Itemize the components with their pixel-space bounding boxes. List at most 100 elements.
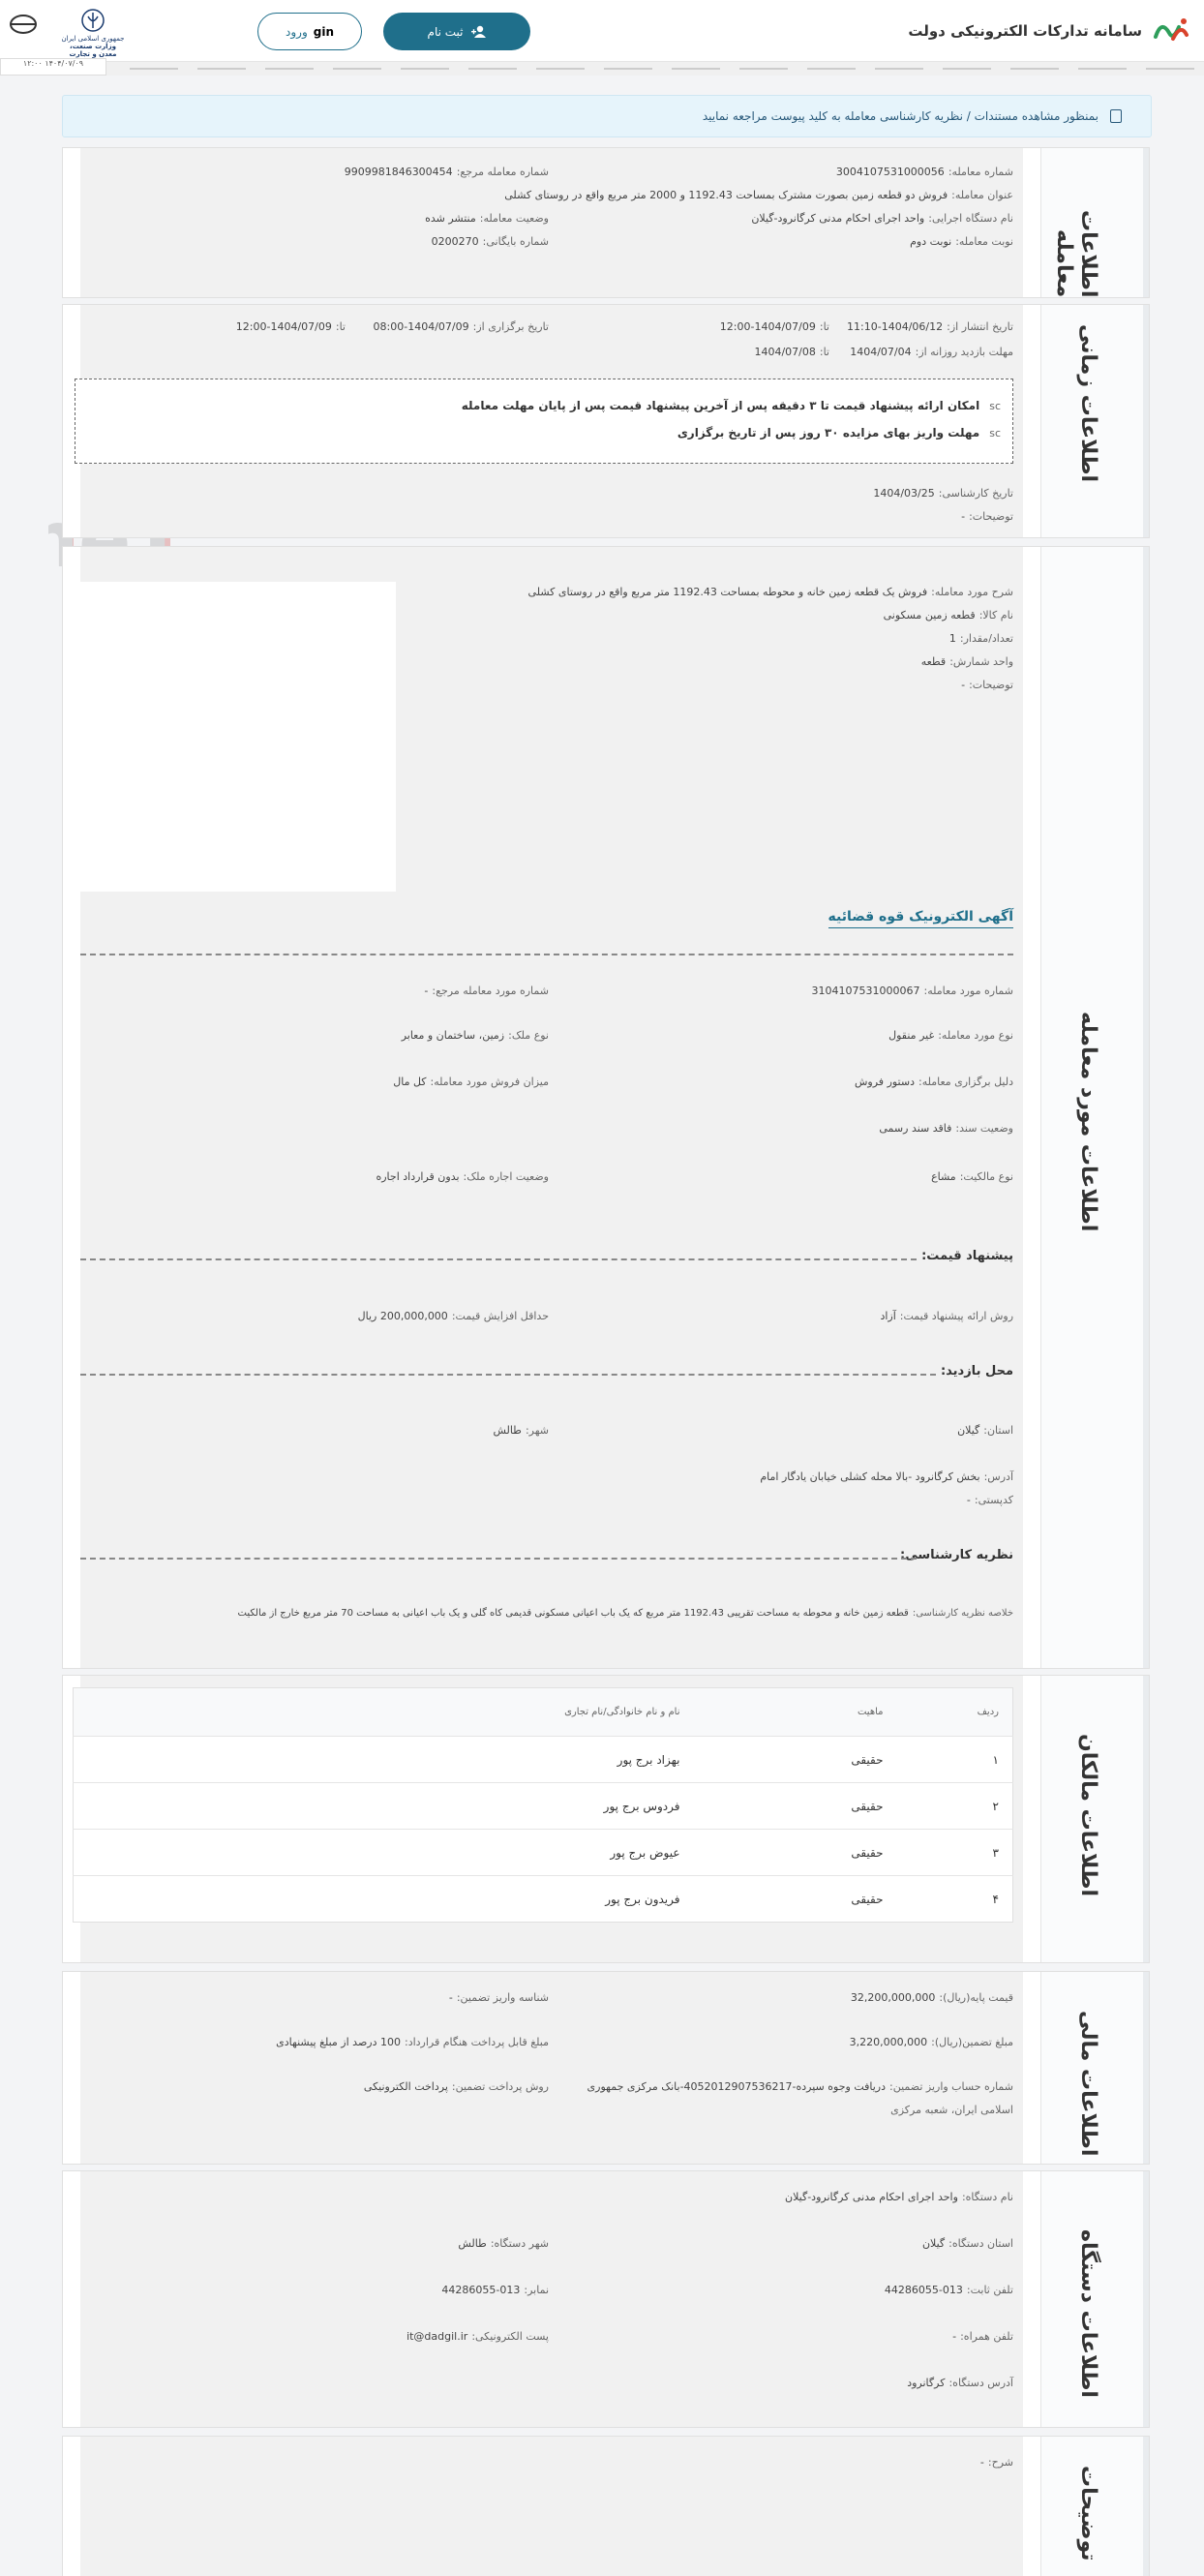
- guarantee-amount: مبلغ تضمین(ریال):3,220,000,000: [849, 2036, 1013, 2048]
- login-label: ورود: [286, 24, 308, 39]
- visit-postal: کدپستی:-: [966, 1494, 1013, 1506]
- visit-address: آدرس:بخش کرگانرود -بالا محله کشلی خیابان…: [760, 1470, 1013, 1483]
- price-method: روش ارائه پیشنهاد قیمت:آزاد: [880, 1310, 1013, 1322]
- visit-from: مهلت بازدید روزانه از:1404/07/04: [850, 346, 1013, 358]
- item-unit: واحد شمارش:قطعه: [920, 655, 1013, 668]
- agency-address: آدرس دستگاه:کرگانرود: [907, 2377, 1013, 2389]
- nav-left-tab[interactable]: ۱۴۰۴/۰۷/۰۹ ۱۲:۰۰: [0, 58, 106, 76]
- section-title: اطلاعات دستگاه: [1076, 2229, 1100, 2398]
- section-agency: اطلاعات دستگاه نام دستگاه:واحد اجرای احک…: [62, 2170, 1150, 2428]
- auction-rules-box: scامکان ارائه پیشنهاد قیمت تا ۳ دقیقه پس…: [75, 379, 1013, 464]
- login-button[interactable]: gin ورود: [257, 13, 362, 50]
- section-deal-info: اطلاعات معامله شماره معامله:300410753100…: [62, 147, 1150, 298]
- time-desc: توضیحات:-: [961, 510, 1013, 523]
- section-title: اطلاعات زمانی: [1076, 324, 1100, 483]
- add-user-icon: [470, 25, 486, 38]
- col-type: ماهیت: [693, 1687, 897, 1737]
- section-title: اطلاعات مالی: [1076, 2011, 1100, 2157]
- setad-logo-icon: [1154, 18, 1189, 41]
- doc-status: وضعیت سند:فاقد سند رسمی: [879, 1122, 1013, 1135]
- nav-strip: [0, 62, 1204, 76]
- publish-from: تاریخ انتشار از:1404/06/12-11:10: [847, 320, 1013, 333]
- guarantee-id: شناسه واریز تضمین:-: [448, 1991, 549, 2004]
- table-row: ۴ حقیقی فریدون برج پور: [73, 1875, 1013, 1923]
- table-row: ۳ حقیقی عیوض برج پور: [73, 1829, 1013, 1876]
- rule-payment: scمهلت واریز بهای مزایده ۳۰ روز پس از تا…: [677, 426, 1001, 439]
- item-number: شماره مورد معامله:3104107531000067: [811, 985, 1013, 997]
- agency-email: پست الکترونیکی:it@dadgil.ir: [406, 2330, 549, 2343]
- notes-desc: شرح:-: [979, 2456, 1013, 2469]
- col-name: نام و نام خانوادگی/نام تجاری: [73, 1687, 694, 1737]
- attachment-notice: بمنظور مشاهده مستندات / نظریه کارشناسی م…: [62, 95, 1152, 137]
- agency-name: نام دستگاه:واحد اجرای احکام مدنی کرگانرو…: [785, 2191, 1013, 2203]
- guarantee-account: شماره حساب واریز تضمین:دریافت وجوه سپرده…: [587, 2080, 1013, 2093]
- section-owners: اطلاعات مالکان ردیف ماهیت نام و نام خانو…: [62, 1675, 1150, 1963]
- section-title: اطلاعات معامله: [1052, 209, 1100, 297]
- register-label: ثبت نام: [427, 24, 464, 39]
- item-image[interactable]: [80, 582, 396, 892]
- table-row: ۱ حقیقی بهزاد برج پور: [73, 1736, 1013, 1783]
- login-prefix: gin: [313, 24, 334, 39]
- item-qty: تعداد/مقدار:1: [948, 632, 1013, 645]
- item-type: نوع مورد معامله:غیر منقول: [888, 1029, 1013, 1042]
- deal-turn: نوبت معامله:نوبت دوم: [910, 235, 1013, 248]
- item-desc: شرح مورد معامله:فروش یک قطعه زمین خانه و…: [527, 586, 1013, 598]
- agency-fax: نمابر:013-44286055: [441, 2284, 549, 2296]
- judiciary-ad-link[interactable]: آگهی الکترونیک قوه قضائیه: [828, 909, 1013, 928]
- agency-city: شهر دستگاه:طالش: [458, 2237, 549, 2250]
- agency-phone: تلفن ثابت:013-44286055: [884, 2284, 1013, 2296]
- visit-to: تا:1404/07/08: [754, 346, 829, 358]
- section-notes: توضیحات شرح:-: [62, 2436, 1150, 2576]
- deal-status: وضعیت معامله:منتشر شده: [425, 212, 549, 225]
- min-increase: حداقل افزایش قیمت:200,000,000 ریال: [357, 1310, 549, 1322]
- section-finance: اطلاعات مالی قیمت پایه(ریال):32,200,000,…: [62, 1971, 1150, 2165]
- top-header: سامانه تدارکات الکترونیکی دولت ثبت نام g…: [0, 0, 1204, 62]
- expert-summary: خلاصه نظریه کارشناسی:قطعه زمین خانه و مح…: [237, 1608, 1013, 1619]
- agency-name: نام دستگاه اجرایی:واحد اجرای احکام مدنی …: [751, 212, 1013, 225]
- guarantee-account-line2: اسلامی ایران، شعبه مرکزی: [890, 2104, 1013, 2116]
- hold-reason: دلیل برگزاری معامله:دستور فروش: [855, 1076, 1013, 1088]
- item-ref: شماره مورد معامله مرجع:-: [424, 985, 549, 997]
- gov-logo: جمهوری اسلامی ایران وزارت صنعت، معدن و ت…: [60, 8, 126, 58]
- expert-head: نظریه کارشناسی:: [900, 1548, 1013, 1562]
- property-type: نوع ملک:زمین، ساختمان و معابر: [401, 1029, 549, 1042]
- section-title: توضیحات: [1076, 2466, 1100, 2561]
- archive-number: شماره بایگانی:0200270: [431, 235, 549, 248]
- section-time-info: اطلاعات زمانی تاریخ انتشار از:1404/06/12…: [62, 304, 1150, 538]
- section-title: اطلاعات مالکان: [1076, 1734, 1100, 1896]
- lease-status: وضعیت اجاره ملک:بدون قرارداد اجاره: [376, 1170, 549, 1183]
- emblem-icon: [81, 9, 105, 32]
- item-desc-extra: توضیحات:-: [961, 679, 1013, 691]
- notice-text: بمنظور مشاهده مستندات / نظریه کارشناسی م…: [702, 109, 1099, 123]
- price-head: پیشنهاد قیمت:: [921, 1249, 1013, 1263]
- brand[interactable]: سامانه تدارکات الکترونیکی دولت: [908, 14, 1190, 48]
- register-button[interactable]: ثبت نام: [383, 13, 530, 50]
- guarantee-pay-method: روش پرداخت تضمین:پرداخت الکترونیکی: [363, 2080, 549, 2093]
- visit-city: شهر:طالش: [493, 1424, 549, 1437]
- owners-table: ردیف ماهیت نام و نام خانوادگی/نام تجاری …: [73, 1687, 1013, 1923]
- col-row: ردیف: [896, 1687, 1013, 1737]
- goods-name: نام کالا:قطعه زمین مسکونی: [883, 609, 1013, 621]
- agency-province: استان دستگاه:گیلان: [921, 2237, 1013, 2250]
- publish-to: تا:1404/07/09-12:00: [719, 320, 829, 333]
- ownership-type: نوع مالکیت:مشاع: [931, 1170, 1013, 1183]
- deal-subject: عنوان معامله:فروش دو قطعه زمین بصورت مشت…: [504, 189, 1013, 201]
- gov-logo-line2: وزارت صنعت، معدن و تجارت: [69, 43, 117, 58]
- secondary-logo: [4, 10, 43, 52]
- hold-to: تا:1404/07/09-12:00: [235, 320, 346, 333]
- site-title: سامانه تدارکات الکترونیکی دولت: [908, 22, 1142, 40]
- base-price: قیمت پایه(ریال):32,200,000,000: [850, 1991, 1013, 2004]
- table-row: ۲ حقیقی فردوس برج پور: [73, 1782, 1013, 1830]
- section-item-info: اطلاعات مورد معامله شرح مورد معامله:فروش…: [62, 546, 1150, 1669]
- payable-amount: مبلغ قابل پرداخت هنگام قرارداد:100 درصد …: [276, 2036, 549, 2048]
- ref-number: شماره معامله مرجع:9909981846300454: [344, 166, 549, 178]
- deal-number: شماره معامله:3004107531000056: [835, 166, 1013, 178]
- globe-icon: [10, 15, 37, 34]
- agency-mobile: تلفن همراه:-: [952, 2330, 1013, 2343]
- document-icon: [1110, 109, 1122, 123]
- section-title: اطلاعات مورد معامله: [1076, 1012, 1100, 1232]
- visit-province: استان:گیلان: [957, 1424, 1013, 1437]
- gov-logo-line1: جمهوری اسلامی ایران: [61, 35, 125, 43]
- rule-extend: scامکان ارائه پیشنهاد قیمت تا ۳ دقیقه پس…: [461, 399, 1001, 412]
- hold-from: تاریخ برگزاری از:1404/07/09-08:00: [373, 320, 549, 333]
